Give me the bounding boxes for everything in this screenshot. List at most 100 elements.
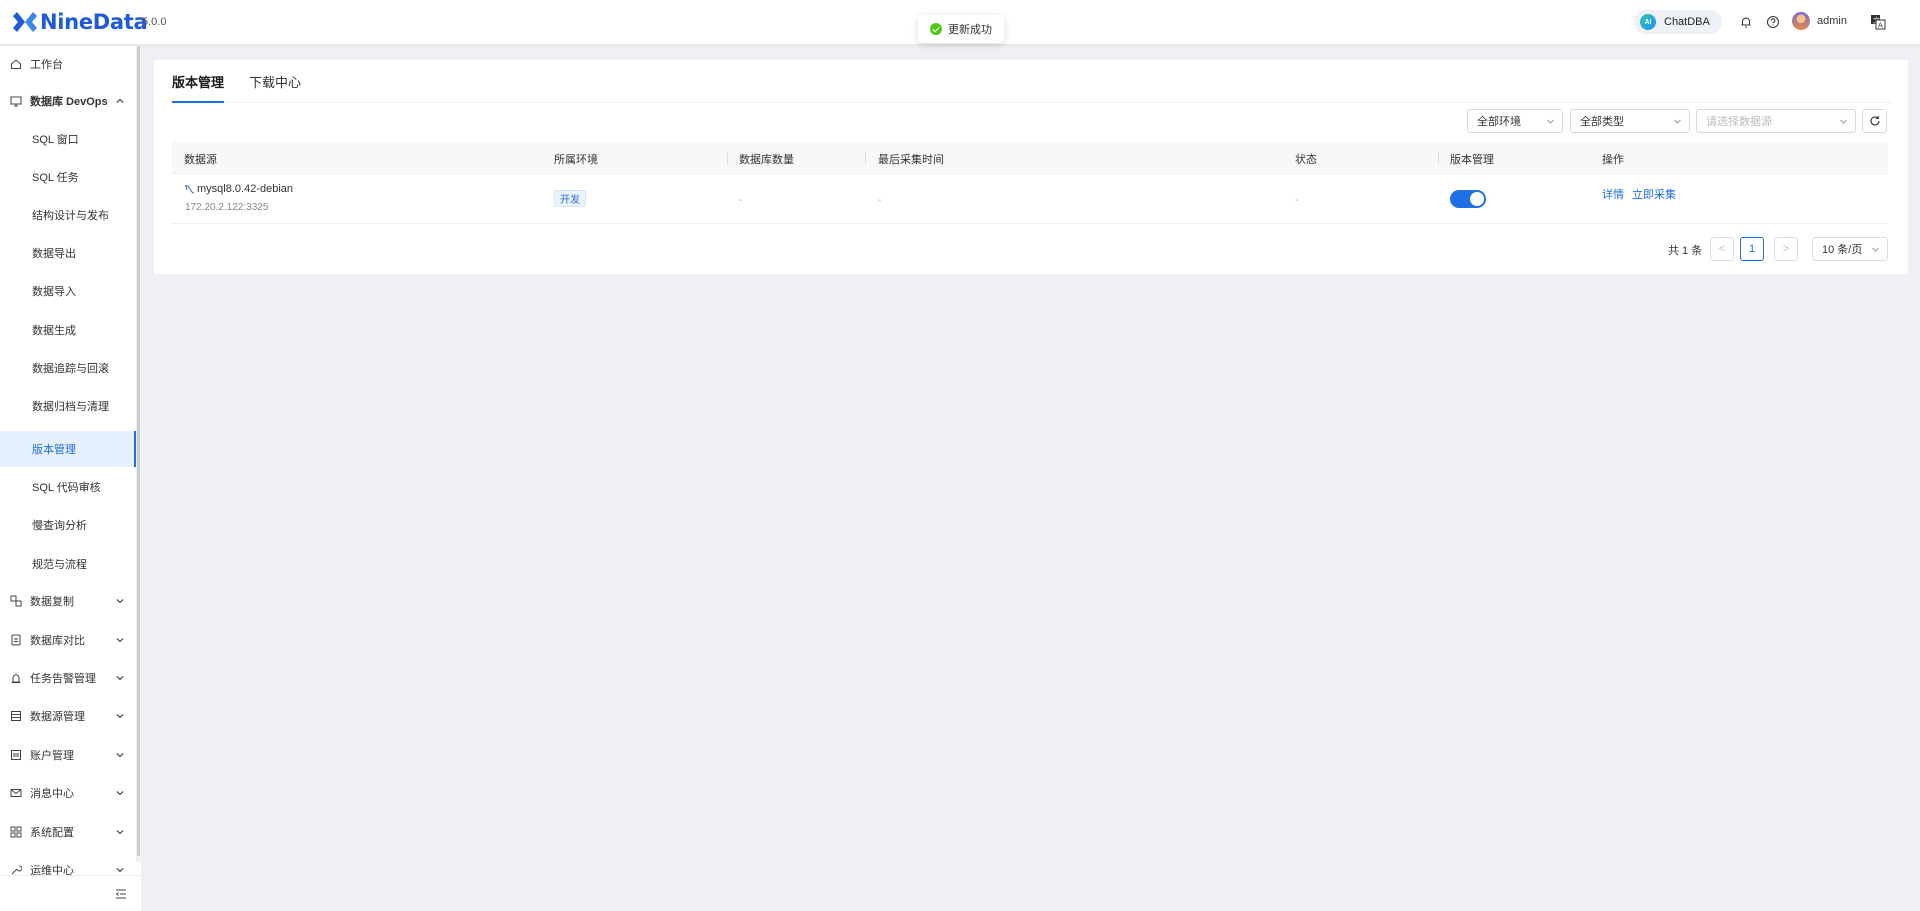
type-filter-select[interactable]: 全部类型 (1570, 109, 1690, 133)
home-icon (11, 59, 21, 69)
datasource-select[interactable]: 请选择数据源 (1696, 109, 1856, 133)
mysql-icon (184, 185, 195, 194)
check-circle-icon (930, 23, 942, 35)
sidebar-item-replication[interactable]: 数据复制 (0, 583, 136, 619)
chevron-down-icon (116, 676, 124, 681)
logo[interactable]: NineData (12, 9, 148, 35)
sidebar-item-label: 工作台 (30, 59, 63, 71)
sidebar-sub-data-rollback[interactable]: 数据追踪与回滚 (0, 350, 136, 386)
bell-icon[interactable] (1739, 15, 1753, 29)
col-version-management: 版本管理 (1450, 154, 1494, 166)
chevron-up-icon (116, 98, 124, 103)
sidebar-sub-schema-design[interactable]: 结构设计与发布 (0, 197, 136, 233)
next-page-button[interactable]: > (1774, 237, 1798, 261)
datasource-name[interactable]: mysql8.0.42-debian (184, 183, 293, 195)
last-collected-value: - (878, 195, 882, 206)
sidebar-sub-data-import[interactable]: 数据导入 (0, 273, 136, 309)
col-last-collected: 最后采集时间 (878, 154, 944, 166)
sidebar-sub-slow-query[interactable]: 慢查询分析 (0, 507, 136, 543)
sidebar-item-system-config[interactable]: 系统配置 (0, 814, 136, 850)
page-size-select[interactable]: 10 条/页 (1812, 237, 1888, 261)
prev-page-button[interactable]: < (1710, 237, 1734, 261)
sidebar-sub-data-archive[interactable]: 数据归档与清理 (0, 388, 136, 424)
page-size-value: 10 条/页 (1822, 244, 1863, 256)
user-name: admin (1817, 15, 1847, 27)
mail-icon (10, 789, 22, 797)
ninedata-logo-icon (13, 12, 37, 32)
compare-icon (11, 634, 21, 646)
col-environment: 所属环境 (554, 154, 598, 166)
env-filter-value: 全部环境 (1477, 116, 1521, 128)
chatdba-label: ChatDBA (1664, 16, 1710, 28)
chevron-down-icon (116, 753, 124, 758)
sidebar-sub-sql-review[interactable]: SQL 代码审核 (0, 469, 136, 505)
chevron-down-icon (116, 599, 124, 604)
chevron-down-icon (1872, 247, 1879, 252)
table-row: mysql8.0.42-debian 172.20.2.122:3325 开发 … (172, 174, 1888, 224)
chevron-down-icon (1547, 119, 1554, 124)
column-divider (1438, 152, 1439, 164)
tab-bar: 版本管理 下载中心 (172, 60, 1892, 103)
version-management-toggle[interactable] (1450, 190, 1486, 208)
chatdba-button[interactable]: AI ChatDBA (1634, 10, 1722, 34)
database-devops-icon (10, 96, 22, 107)
sidebar-sub-standards[interactable]: 规范与流程 (0, 546, 136, 582)
col-status: 状态 (1295, 154, 1317, 166)
sidebar-sub-data-export[interactable]: 数据导出 (0, 235, 136, 271)
col-datasource: 数据源 (184, 154, 217, 166)
sidebar-sub-sql-window[interactable]: SQL 窗口 (0, 121, 136, 157)
sidebar-item-datasource-mgmt[interactable]: 数据源管理 (0, 698, 136, 734)
collapse-menu-icon[interactable] (115, 889, 127, 899)
sidebar-item-label: 数据库 DevOps (30, 96, 108, 108)
chevron-down-icon (116, 868, 124, 873)
sidebar-sub-data-generate[interactable]: 数据生成 (0, 312, 136, 348)
sidebar-item-devops[interactable]: 数据库 DevOps (0, 83, 136, 119)
sidebar-item-db-compare[interactable]: 数据库对比 (0, 622, 136, 658)
table-header: 数据源 所属环境 数据库数量 最后采集时间 状态 版本管理 操作 (172, 142, 1888, 174)
success-toast: 更新成功 (918, 15, 1004, 43)
user-menu[interactable]: admin (1792, 12, 1847, 30)
alarm-icon (11, 673, 21, 683)
col-db-count: 数据库数量 (739, 154, 794, 166)
db-count-value: - (739, 195, 743, 206)
sidebar-footer (0, 875, 141, 911)
version-label: 5.0.0 (142, 16, 167, 28)
sidebar-item-workbench[interactable]: 工作台 (0, 46, 136, 82)
env-tag: 开发 (554, 190, 586, 207)
account-icon (11, 750, 21, 760)
tab-version-management[interactable]: 版本管理 (172, 72, 225, 103)
grid-icon (10, 826, 22, 838)
sidebar-item-message-center[interactable]: 消息中心 (0, 775, 136, 811)
datasource-address: 172.20.2.122:3325 (185, 202, 269, 213)
logo-text: NineData (40, 10, 148, 34)
chevron-down-icon (116, 830, 124, 835)
chevron-down-icon (116, 791, 124, 796)
sidebar-item-task-alerts[interactable]: 任务告警管理 (0, 660, 136, 696)
column-divider (865, 152, 866, 164)
env-filter-select[interactable]: 全部环境 (1467, 109, 1563, 133)
language-icon[interactable]: 文 A (1870, 14, 1886, 30)
chevron-down-icon (1674, 119, 1681, 124)
status-value: - (1295, 195, 1299, 206)
sidebar-sub-version-management[interactable]: 版本管理 (0, 431, 136, 467)
version-management-panel: 版本管理 下载中心 全部环境 全部类型 请选择数据源 数据源 所属环境 数据库数… (154, 60, 1908, 274)
refresh-button[interactable] (1862, 109, 1887, 133)
sidebar-sub-sql-task[interactable]: SQL 任务 (0, 159, 136, 195)
sidebar: 工作台 数据库 DevOps SQL 窗口 SQL 任务 结构设计与发布 数据导… (0, 46, 141, 911)
detail-link[interactable]: 详情 (1602, 186, 1624, 202)
refresh-icon (1870, 116, 1880, 126)
sidebar-scrollbar[interactable] (137, 46, 140, 856)
replication-icon (10, 595, 22, 607)
chevron-down-icon (1840, 119, 1847, 124)
type-filter-value: 全部类型 (1580, 116, 1624, 128)
sidebar-item-account-mgmt[interactable]: 账户管理 (0, 737, 136, 773)
collect-now-link[interactable]: 立即采集 (1632, 186, 1676, 202)
help-icon[interactable] (1766, 15, 1780, 29)
datasource-placeholder: 请选择数据源 (1706, 116, 1772, 128)
page-button-current[interactable]: 1 (1740, 237, 1764, 261)
svg-text:A: A (1878, 22, 1883, 30)
chevron-down-icon (116, 638, 124, 643)
tab-download-center[interactable]: 下载中心 (249, 72, 301, 103)
pagination-total: 共 1 条 (1668, 245, 1703, 257)
chevron-down-icon (116, 714, 124, 719)
